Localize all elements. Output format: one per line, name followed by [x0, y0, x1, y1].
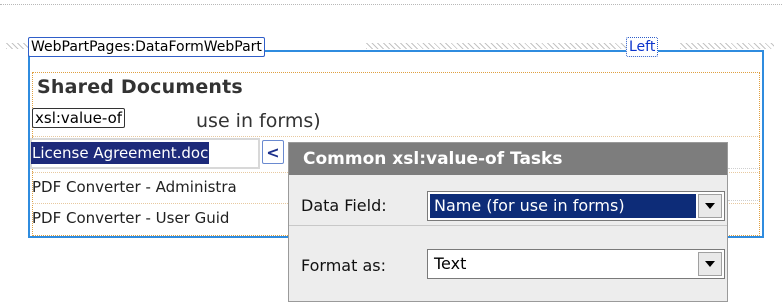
- format-as-dropdown[interactable]: Text: [427, 249, 725, 279]
- row-separator: [32, 136, 760, 137]
- panel-divider: [289, 225, 727, 226]
- data-field-label: Data Field:: [301, 196, 387, 215]
- list-item[interactable]: PDF Converter - User Guid: [32, 209, 282, 227]
- format-as-value: Text: [434, 254, 467, 273]
- row-guide: [728, 168, 760, 169]
- format-as-label: Format as:: [301, 256, 386, 275]
- chevron-left-icon[interactable]: <: [262, 140, 284, 164]
- column-header-text: use in forms): [196, 110, 321, 132]
- webpart-zone-tag[interactable]: Left: [626, 37, 659, 57]
- webpart-hatch-right: [680, 43, 774, 49]
- design-guide-line: [0, 4, 782, 5]
- row-guide: [728, 200, 760, 201]
- data-field-value: Name (for use in forms): [430, 194, 696, 218]
- webpart-hatch-left: [6, 43, 28, 49]
- list-item[interactable]: PDF Converter - Administra: [32, 178, 282, 196]
- xsl-value-of-tag[interactable]: xsl:value-of: [32, 108, 126, 128]
- chevron-down-icon[interactable]: [698, 194, 722, 218]
- chevron-down-icon[interactable]: [698, 252, 722, 276]
- webpart-type-tag[interactable]: WebPartPages:DataFormWebPart: [28, 37, 265, 57]
- list-title: Shared Documents: [37, 76, 243, 98]
- common-tasks-panel: Common xsl:value-of Tasks Data Field: Na…: [288, 142, 728, 302]
- data-field-dropdown[interactable]: Name (for use in forms): [427, 191, 725, 221]
- webpart-hatch-mid: [366, 43, 626, 49]
- common-tasks-title: Common xsl:value-of Tasks: [289, 143, 727, 175]
- list-item-selected[interactable]: License Agreement.doc: [31, 142, 210, 164]
